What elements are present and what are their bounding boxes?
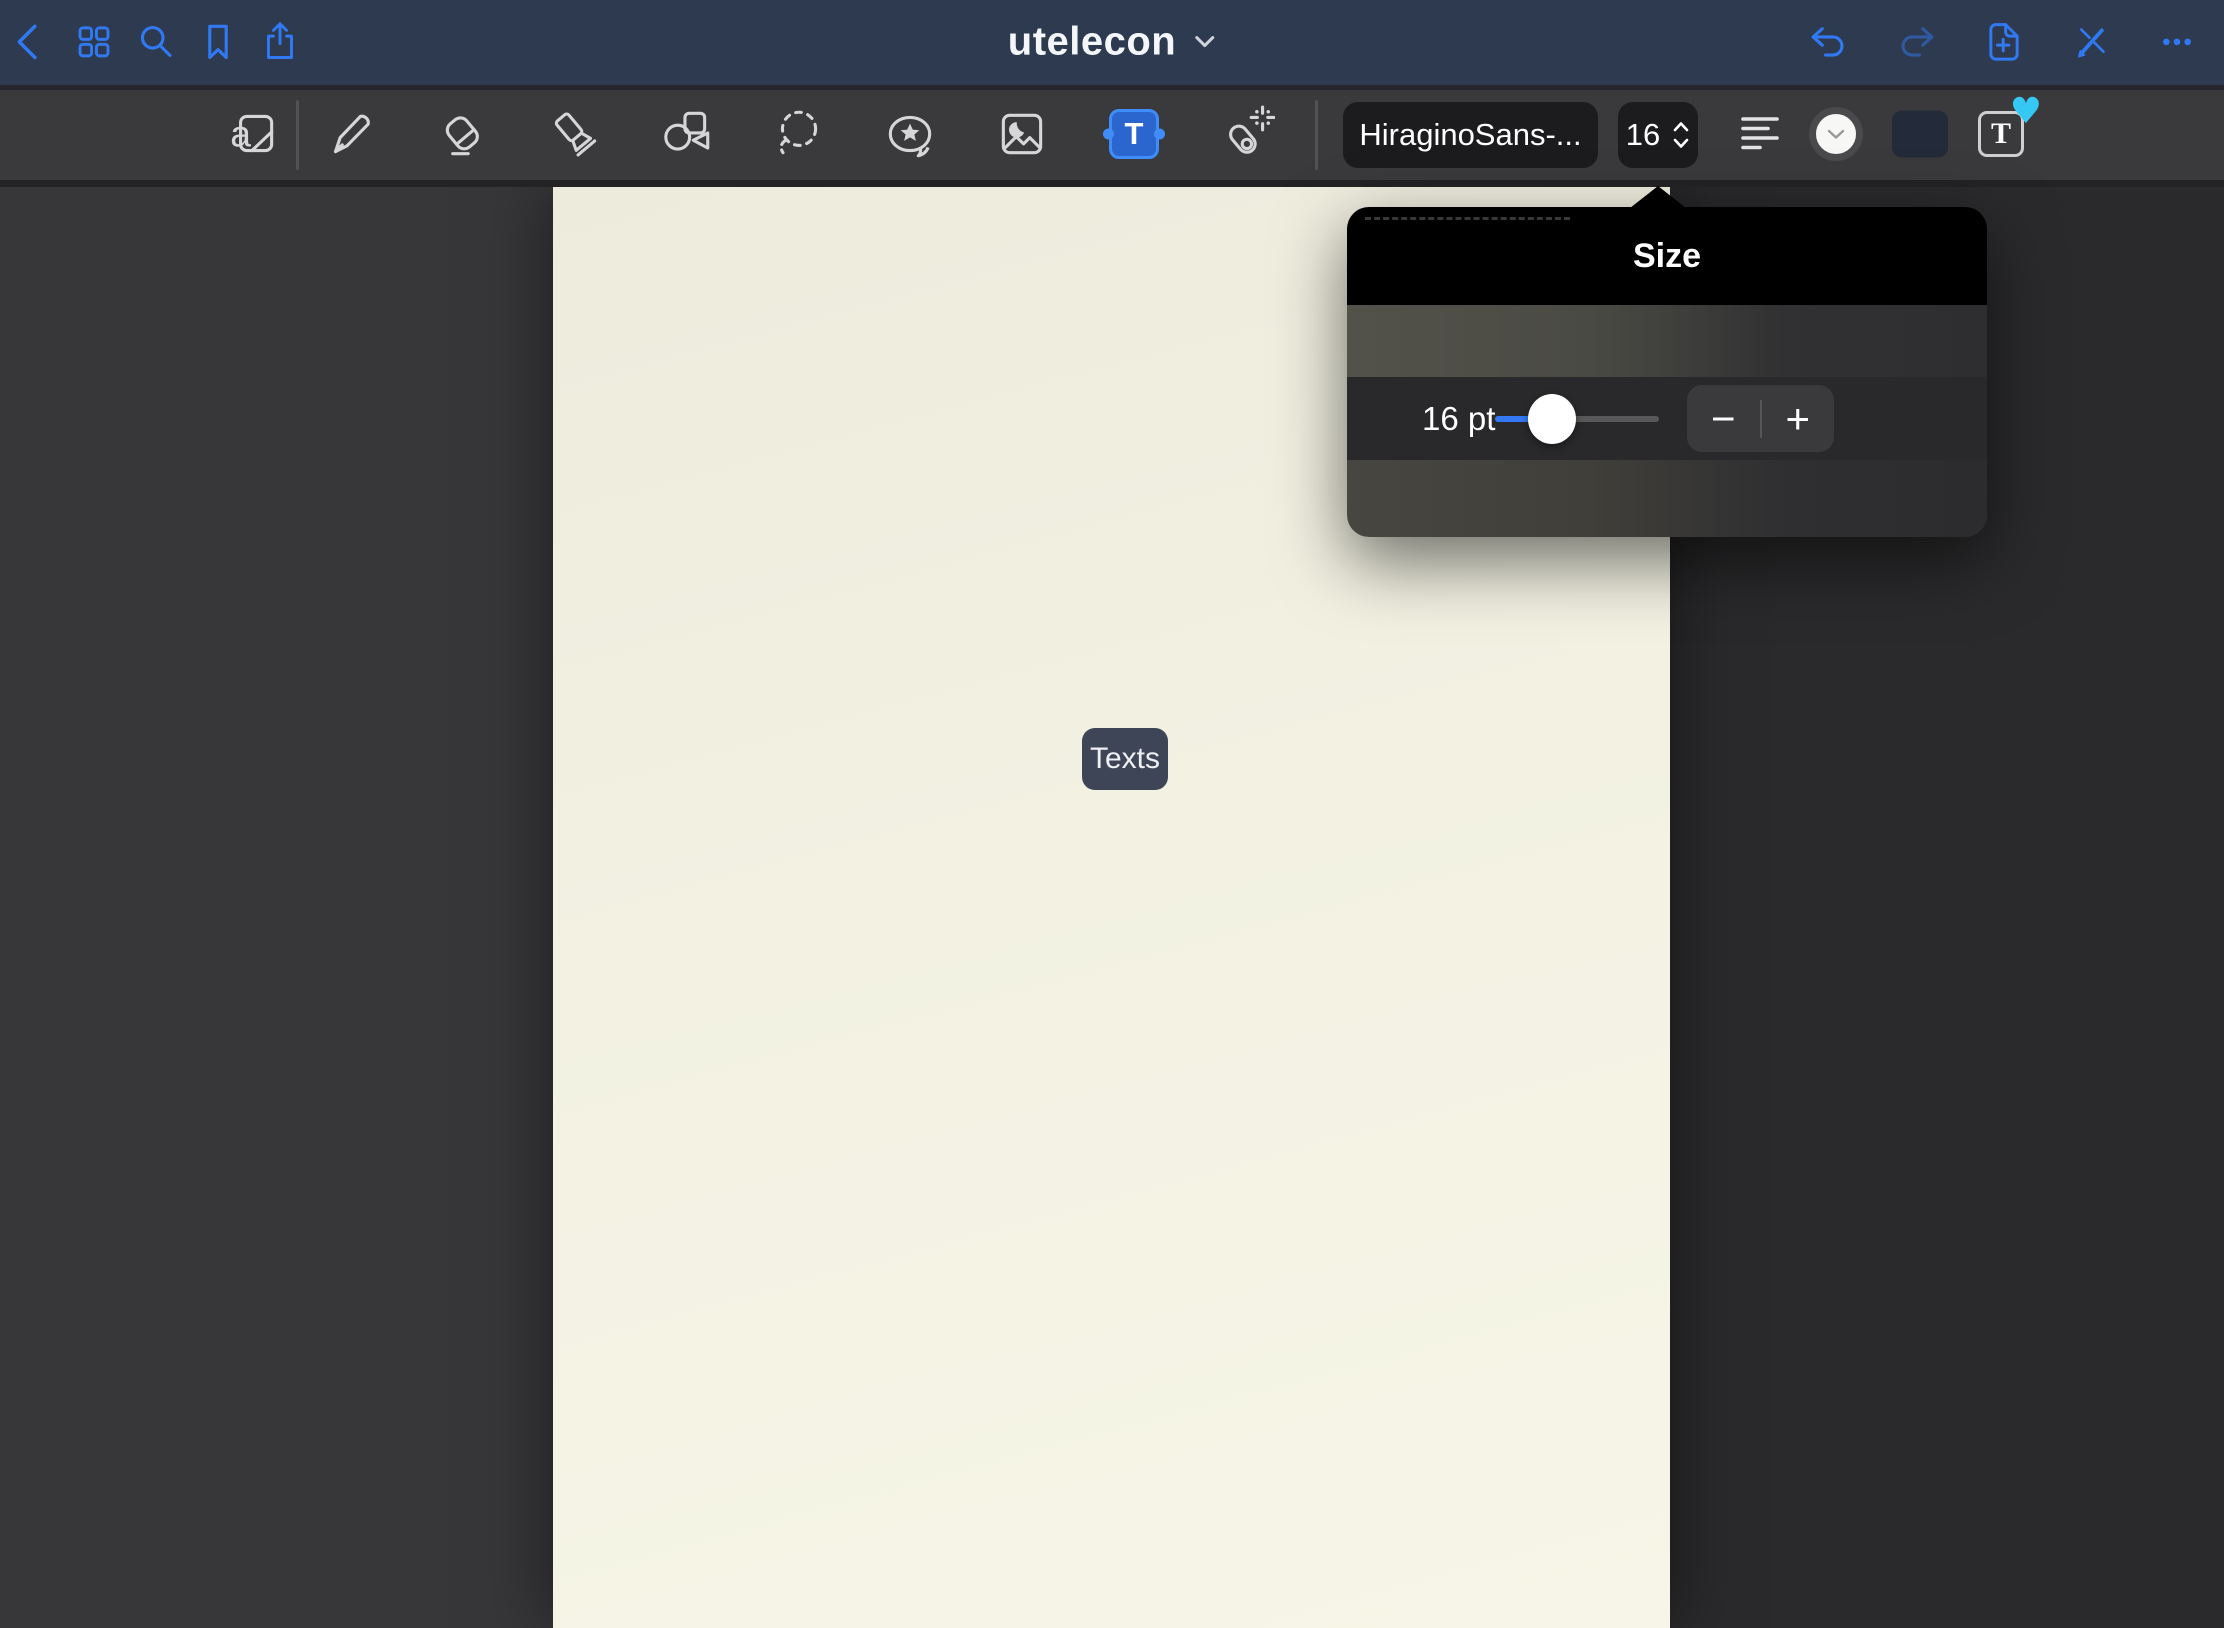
tool-text-selected[interactable]: T — [1109, 109, 1159, 159]
color-chevron-down-icon — [1825, 127, 1847, 141]
popover-header: Size — [1347, 207, 1987, 305]
align-left-icon — [1741, 115, 1781, 153]
font-size-button[interactable]: 16 — [1618, 102, 1698, 168]
thumbnails-button[interactable] — [66, 13, 122, 69]
add-page-button[interactable] — [1976, 13, 2032, 69]
back-button[interactable] — [2, 13, 58, 69]
document-title: utelecon — [1008, 19, 1176, 64]
popover-dashed-line — [1365, 217, 1570, 220]
top-navigation-bar: utelecon — [0, 0, 2224, 90]
search-icon — [133, 18, 179, 64]
increase-size-button[interactable]: + — [1762, 385, 1835, 452]
size-stepper: − + — [1687, 385, 1834, 452]
font-family-label: HiraginoSans-... — [1359, 117, 1581, 153]
toolbar-divider — [296, 100, 299, 170]
svg-text:a: a — [230, 112, 251, 154]
add-page-icon — [1981, 18, 2027, 64]
text-align-button[interactable] — [1733, 106, 1789, 162]
popover-upper-band — [1347, 305, 1987, 377]
eraser-icon — [433, 105, 491, 163]
shapes-icon — [657, 105, 715, 163]
more-ellipsis-icon — [2154, 18, 2200, 64]
size-slider[interactable] — [1495, 377, 1659, 460]
tool-shapes[interactable] — [656, 104, 716, 164]
redo-icon — [1894, 18, 1940, 64]
popover-arrow — [1630, 186, 1686, 208]
size-stepper-chevrons-icon — [1672, 119, 1690, 151]
tool-image[interactable] — [992, 104, 1052, 164]
undo-button[interactable] — [1800, 13, 1856, 69]
search-button[interactable] — [128, 13, 184, 69]
redo-button[interactable] — [1889, 13, 1945, 69]
popover-title: Size — [1633, 237, 1701, 276]
share-icon — [257, 18, 303, 64]
selection-handle-left — [1103, 129, 1114, 140]
size-popover: Size 16 pt − + — [1347, 207, 1987, 537]
thumbnails-grid-icon — [71, 18, 117, 64]
tool-page-text-mode[interactable]: a — [223, 104, 283, 164]
laser-pointer-icon — [1217, 105, 1275, 163]
elements-sticker-icon — [881, 105, 939, 163]
pen-icon — [321, 105, 379, 163]
tool-eraser[interactable] — [432, 104, 492, 164]
stylus-disable-icon — [2069, 18, 2115, 64]
undo-icon — [1805, 18, 1851, 64]
heart-icon: ♥ — [2010, 94, 2042, 130]
text-object[interactable]: Texts — [1082, 728, 1168, 790]
image-icon — [993, 105, 1051, 163]
lasso-icon — [769, 105, 827, 163]
back-icon — [7, 18, 53, 64]
text-color-button[interactable] — [1809, 107, 1863, 161]
tool-lasso[interactable] — [768, 104, 828, 164]
share-button[interactable] — [252, 13, 308, 69]
text-object-label: Texts — [1090, 742, 1160, 776]
plus-icon: + — [1785, 398, 1810, 440]
tools-toolbar: a T — [0, 90, 2224, 187]
tool-highlighter[interactable] — [544, 104, 604, 164]
minus-icon: − — [1711, 398, 1736, 440]
screen: utelecon a — [0, 0, 2224, 1628]
size-control-row: 16 pt − + — [1347, 377, 1987, 460]
page-text-mode-icon: a — [224, 105, 282, 163]
popover-lower-band — [1347, 460, 1987, 537]
stylus-disable-button[interactable] — [2064, 13, 2120, 69]
tool-pen[interactable] — [320, 104, 380, 164]
selection-handle-right — [1154, 129, 1165, 140]
text-background-swatch-button[interactable] — [1892, 111, 1948, 158]
text-tool-glyph: T — [1125, 116, 1144, 152]
text-style-favorites-button[interactable]: T ♥ — [1978, 108, 2030, 160]
size-value-label: 16 pt — [1422, 400, 1495, 438]
slider-fill — [1495, 416, 1531, 422]
highlighter-icon — [545, 105, 603, 163]
document-title-button[interactable]: utelecon — [1008, 19, 1216, 64]
slider-thumb[interactable] — [1528, 394, 1576, 444]
tool-elements[interactable] — [880, 104, 940, 164]
decrease-size-button[interactable]: − — [1687, 385, 1760, 452]
font-family-button[interactable]: HiraginoSans-... — [1343, 102, 1598, 168]
font-size-value: 16 — [1626, 117, 1660, 153]
bookmark-button[interactable] — [190, 13, 246, 69]
toolbar-divider — [1315, 100, 1318, 170]
tool-laser-pointer[interactable] — [1216, 104, 1276, 164]
chevron-down-icon — [1194, 34, 1216, 50]
more-options-button[interactable] — [2149, 13, 2205, 69]
bookmark-icon — [195, 18, 241, 64]
